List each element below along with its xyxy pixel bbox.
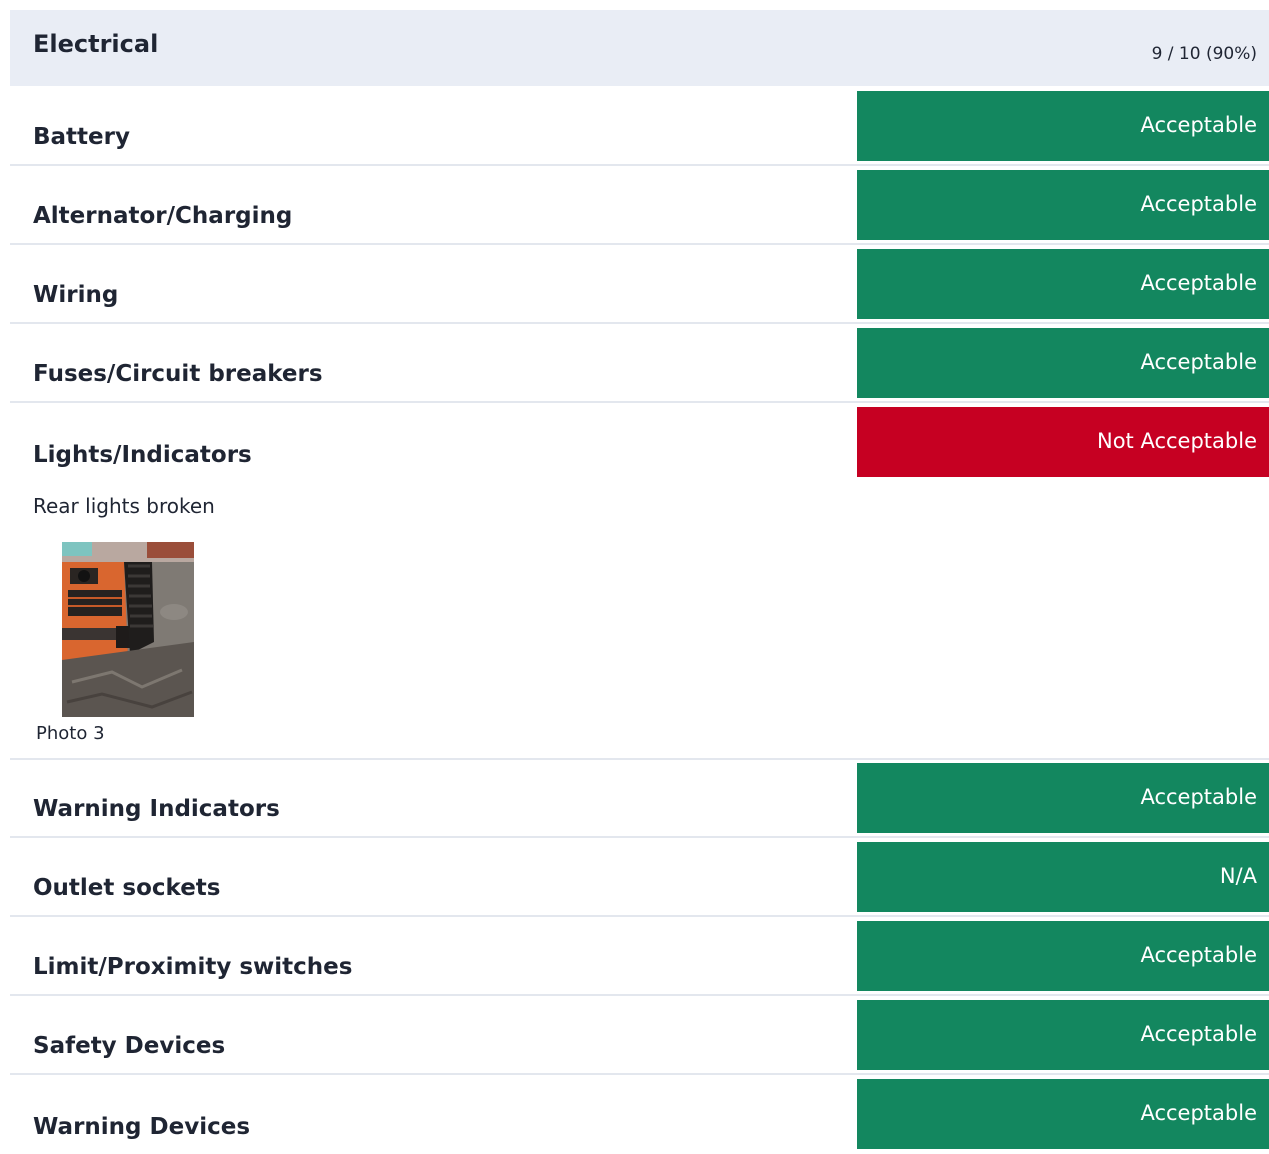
status-badge: Acceptable xyxy=(857,91,1269,161)
item-label: Safety Devices xyxy=(33,1033,226,1059)
status-text: N/A xyxy=(1219,864,1257,888)
status-text: Acceptable xyxy=(1140,113,1257,137)
status-text: Acceptable xyxy=(1140,350,1257,374)
item-row-outlet-sockets[interactable]: Outlet sockets N/A xyxy=(10,839,1269,917)
item-label: Limit/Proximity switches xyxy=(33,954,353,980)
item-row-warning-indicators[interactable]: Warning Indicators Acceptable xyxy=(10,760,1269,838)
item-row-fuses[interactable]: Fuses/Circuit breakers Acceptable xyxy=(10,325,1269,403)
status-badge: Acceptable xyxy=(857,170,1269,240)
status-badge: N/A xyxy=(857,842,1269,912)
status-text: Acceptable xyxy=(1140,785,1257,809)
item-row-limit-switches[interactable]: Limit/Proximity switches Acceptable xyxy=(10,918,1269,996)
item-label: Warning Devices xyxy=(33,1114,251,1140)
item-label: Alternator/Charging xyxy=(33,203,293,229)
item-row-safety-devices[interactable]: Safety Devices Acceptable xyxy=(10,997,1269,1075)
status-text: Not Acceptable xyxy=(1097,429,1257,453)
status-badge: Acceptable xyxy=(857,1000,1269,1070)
item-row-warning-devices[interactable]: Warning Devices Acceptable xyxy=(10,1076,1269,1154)
status-text: Acceptable xyxy=(1140,943,1257,967)
item-row-wiring[interactable]: Wiring Acceptable xyxy=(10,246,1269,324)
status-badge: Acceptable xyxy=(857,921,1269,991)
status-text: Acceptable xyxy=(1140,1022,1257,1046)
section-header[interactable]: Electrical 9 / 10 (90%) xyxy=(10,10,1269,86)
status-badge: Not Acceptable xyxy=(857,407,1269,477)
section-score: 9 / 10 (90%) xyxy=(1151,44,1257,64)
status-badge: Acceptable xyxy=(857,249,1269,319)
photo-caption: Photo 3 xyxy=(36,723,105,744)
item-label: Wiring xyxy=(33,282,119,308)
status-text: Acceptable xyxy=(1140,271,1257,295)
status-badge: Acceptable xyxy=(857,763,1269,833)
item-label: Battery xyxy=(33,124,130,150)
item-note: Rear lights broken xyxy=(33,494,215,518)
item-label: Lights/Indicators xyxy=(33,442,252,468)
inspection-report: Electrical 9 / 10 (90%) Battery Acceptab… xyxy=(0,0,1269,1149)
photo-thumbnail[interactable] xyxy=(62,542,194,717)
item-row-battery[interactable]: Battery Acceptable xyxy=(10,88,1269,166)
status-badge: Acceptable xyxy=(857,328,1269,398)
status-text: Acceptable xyxy=(1140,1101,1257,1125)
section-title: Electrical xyxy=(33,30,159,58)
item-row-lights[interactable]: Lights/Indicators Not Acceptable xyxy=(10,404,1269,482)
status-badge: Acceptable xyxy=(857,1079,1269,1149)
status-text: Acceptable xyxy=(1140,192,1257,216)
item-label: Fuses/Circuit breakers xyxy=(33,361,323,387)
item-row-alternator[interactable]: Alternator/Charging Acceptable xyxy=(10,167,1269,245)
item-label: Outlet sockets xyxy=(33,875,221,901)
item-label: Warning Indicators xyxy=(33,796,280,822)
